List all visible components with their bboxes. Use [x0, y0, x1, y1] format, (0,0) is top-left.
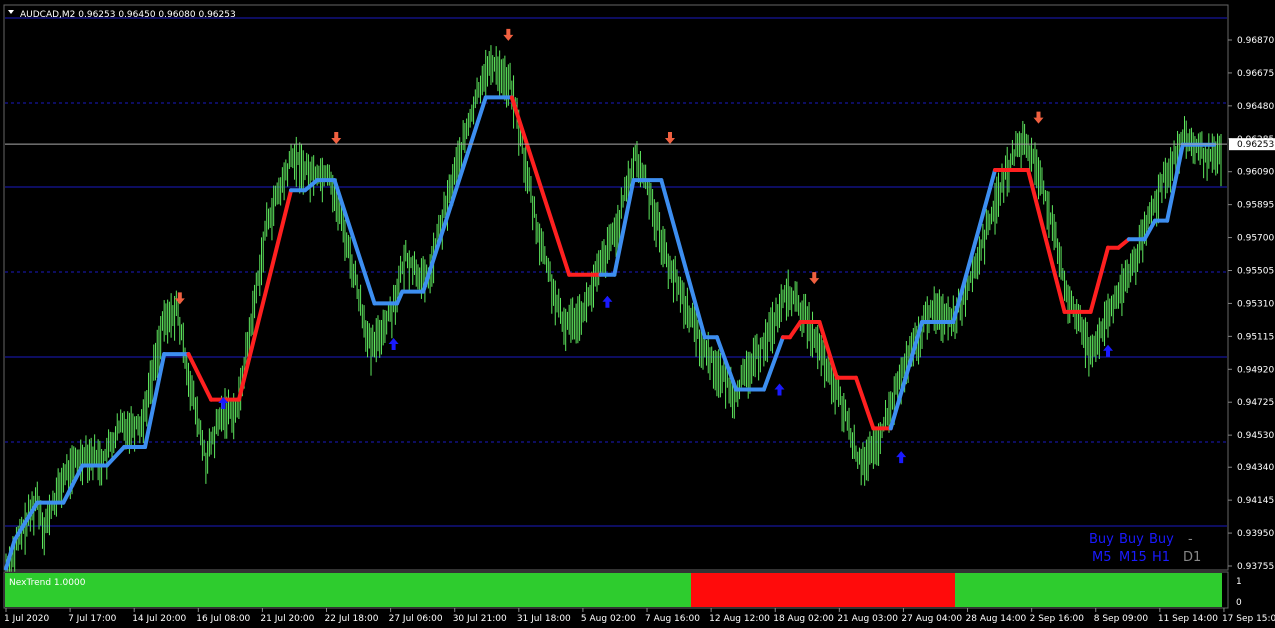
time-tick-label: 2 Sep 16:00: [1030, 614, 1085, 624]
price-tick-label: 0.94340: [1237, 463, 1274, 473]
price-axis[interactable]: 0.968700.966750.964800.962850.960900.958…: [1228, 36, 1274, 572]
price-tick-label: 0.95115: [1237, 332, 1274, 342]
price-tick-label: 0.96870: [1237, 36, 1274, 46]
price-tick-label: 0.95505: [1237, 266, 1274, 276]
price-tick-label: 0.93950: [1237, 529, 1274, 539]
price-tick-label: 0.94920: [1237, 365, 1274, 375]
price-tick-label: 0.95700: [1237, 234, 1274, 244]
time-tick-label: 28 Aug 14:00: [966, 614, 1027, 624]
signal-d1: -: [1188, 532, 1193, 547]
price-tick-label: 0.96090: [1237, 168, 1274, 178]
main-chart-frame[interactable]: [3, 4, 1229, 571]
time-tick-label: 21 Jul 20:00: [260, 614, 314, 624]
price-tick-label: 0.93755: [1237, 562, 1274, 572]
time-tick-label: 22 Jul 18:00: [325, 614, 379, 624]
indicator-bar-off: [691, 573, 955, 607]
symbol-info: AUDCAD,M2 0.96253 0.96450 0.96080 0.9625…: [20, 10, 236, 20]
tf-m5: M5: [1092, 550, 1112, 565]
time-tick-label: 1 Jul 2020: [4, 614, 49, 624]
signal-m5: Buy: [1089, 532, 1114, 547]
svg-text:0.96253: 0.96253: [1237, 140, 1274, 150]
price-tick-label: 0.94530: [1237, 431, 1274, 441]
time-tick-label: 18 Aug 02:00: [773, 614, 834, 624]
price-tick-label: 0.96480: [1237, 102, 1274, 112]
time-tick-label: 11 Sep 14:00: [1158, 614, 1218, 624]
price-tick-label: 0.94145: [1237, 496, 1274, 506]
indicator-bar-on: [5, 573, 691, 607]
signal-h1: Buy: [1149, 532, 1174, 547]
indicator-scale-0: 0: [1236, 598, 1242, 608]
price-tick-label: 0.96675: [1237, 69, 1274, 79]
time-tick-label: 30 Jul 21:00: [453, 614, 507, 624]
time-axis[interactable]: 1 Jul 2020 7 Jul 17:00 14 Jul 20:00 16 Jul …: [4, 608, 1275, 624]
time-tick-label: 27 Jul 06:00: [389, 614, 443, 624]
time-tick-label: 31 Jul 18:00: [517, 614, 571, 624]
price-chart[interactable]: AUDCAD,M2 0.96253 0.96450 0.96080 0.9625…: [0, 0, 1275, 628]
time-tick-label: 7 Aug 16:00: [645, 614, 700, 624]
current-price-label: 0.96253: [1229, 138, 1275, 151]
price-tick-label: 0.95895: [1237, 201, 1274, 211]
indicator-bar-on-2: [955, 573, 1222, 607]
signal-m15: Buy: [1119, 532, 1144, 547]
time-tick-label: 16 Jul 08:00: [196, 614, 250, 624]
time-tick-label: 27 Aug 04:00: [901, 614, 962, 624]
tf-h1: H1: [1152, 550, 1170, 565]
time-tick-label: 5 Aug 02:00: [581, 614, 636, 624]
indicator-label: NexTrend 1.0000: [9, 578, 86, 588]
time-tick-label: 21 Aug 03:00: [837, 614, 898, 624]
time-tick-label: 17 Sep 15:00: [1222, 614, 1275, 624]
tf-d1: D1: [1183, 550, 1201, 565]
indicator-scale-1: 1: [1236, 577, 1242, 587]
time-tick-label: 12 Aug 12:00: [709, 614, 770, 624]
trading-terminal-window: AUDCAD,M2 0.96253 0.96450 0.96080 0.9625…: [0, 0, 1275, 628]
time-tick-label: 8 Sep 09:00: [1094, 614, 1149, 624]
price-tick-label: 0.94725: [1237, 398, 1274, 408]
time-tick-label: 7 Jul 17:00: [68, 614, 117, 624]
indicator-subwindow[interactable]: NexTrend 1.0000 1 0: [3, 571, 1242, 609]
price-tick-label: 0.95310: [1237, 299, 1274, 309]
time-tick-label: 14 Jul 20:00: [132, 614, 186, 624]
tf-m15: M15: [1119, 550, 1147, 565]
